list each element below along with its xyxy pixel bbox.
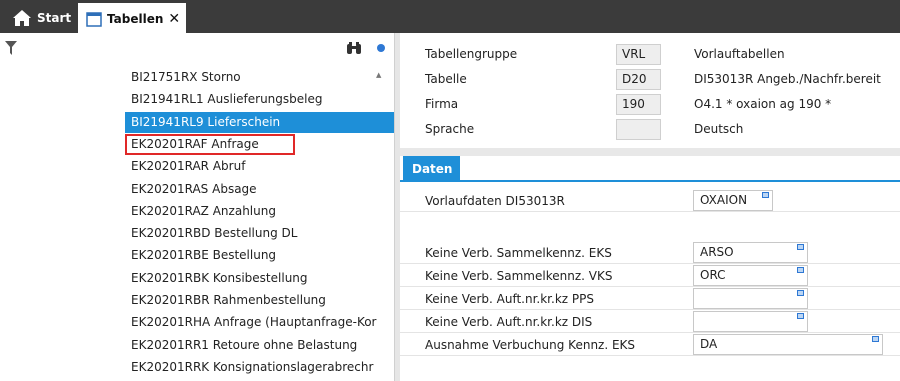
vorlauf-field[interactable]: OXAION	[693, 190, 773, 211]
tab-start[interactable]: Start	[0, 3, 75, 33]
field-label: Keine Verb. Sammelkennz. VKS	[425, 269, 613, 283]
tree-item[interactable]: EK20201RBR Rahmenbestellung	[125, 290, 390, 311]
close-icon[interactable]: ✕	[168, 11, 180, 27]
detail-panel: Tabellengruppe VRL Vorlauftabellen Tabelle D…	[400, 33, 900, 381]
tree-item[interactable]: EK20201RHA Anfrage (Hauptanfrage-Kor	[125, 312, 390, 333]
tree-item[interactable]: EK20201RAZ Anzahlung	[125, 201, 390, 222]
field-input[interactable]	[693, 311, 808, 332]
field-row: Keine Verb. Auft.nr.kr.kz PPS	[400, 287, 900, 310]
header-description: Vorlauftabellen	[694, 47, 785, 61]
field-input[interactable]: DA	[693, 334, 883, 355]
header-description: DI53013R Angeb./Nachfr.bereit	[694, 72, 881, 86]
field-value: ORC	[700, 268, 726, 282]
header-row: Tabellengruppe VRL Vorlauftabellen	[400, 42, 900, 67]
header-label: Sprache	[425, 122, 475, 136]
lookup-icon[interactable]	[797, 244, 804, 250]
field-input[interactable]: ORC	[693, 265, 808, 286]
header-row: Firma 190 O4.1 * oxaion ag 190 *	[400, 92, 900, 117]
binoculars-icon[interactable]	[346, 42, 362, 55]
table-tree-panel: ▲ BI21751RX Storno BI21941RL1 Auslieferun…	[0, 33, 395, 381]
header-description: O4.1 * oxaion ag 190 *	[694, 97, 832, 111]
field-label: Keine Verb. Sammelkennz. EKS	[425, 246, 612, 260]
field-label: Keine Verb. Auft.nr.kr.kz PPS	[425, 292, 594, 306]
tree-item[interactable]: EK20201RAF Anfrage	[125, 133, 295, 155]
detail-tab-row: Daten	[400, 156, 900, 182]
tree-item[interactable]: BI21751RX Storno	[125, 67, 390, 88]
header-row: Tabelle D20 DI53013R Angeb./Nachfr.bereit	[400, 67, 900, 92]
tree-item[interactable]: EK20201RAR Abruf	[125, 156, 390, 177]
lookup-icon[interactable]	[797, 267, 804, 273]
lookup-icon[interactable]	[872, 336, 879, 342]
field-value: ARSO	[700, 245, 734, 259]
window-icon	[86, 11, 102, 27]
tree-item[interactable]: EK20201RBD Bestellung DL	[125, 223, 390, 244]
header-row: Sprache Deutsch	[400, 117, 900, 142]
tab-tabellen-label: Tabellen	[107, 12, 164, 26]
tree-item[interactable]: EK20201RBE Bestellung	[125, 245, 390, 266]
vorlauf-value: OXAION	[700, 193, 748, 207]
field-input[interactable]: ARSO	[693, 242, 808, 263]
header-label: Firma	[425, 97, 459, 111]
tree-toolbar	[0, 33, 394, 65]
header-description: Deutsch	[694, 122, 744, 136]
tab-tabellen[interactable]: Tabellen ✕	[78, 3, 186, 33]
field-value: DA	[700, 337, 718, 351]
tree-item[interactable]: BI21941RL9 Lieferschein	[125, 111, 395, 133]
tab-daten[interactable]: Daten	[403, 156, 460, 182]
header-label: Tabelle	[425, 72, 467, 86]
header-label: Tabellengruppe	[425, 47, 518, 61]
header-value-field: VRL	[616, 44, 661, 65]
vorlauf-row: Vorlaufdaten DI53013R OXAION	[400, 189, 900, 212]
status-dot-icon[interactable]	[377, 44, 385, 52]
filter-icon[interactable]	[5, 41, 17, 55]
tree-item[interactable]: BI21941RL1 Auslieferungsbeleg	[125, 89, 390, 110]
tree-item[interactable]: EK20201RAS Absage	[125, 179, 390, 200]
vorlauf-label: Vorlaufdaten DI53013R	[425, 194, 565, 208]
tree-item[interactable]: EK20201RRK Konsignationslagerabrechr	[125, 357, 390, 378]
header-value-field: D20	[616, 69, 661, 90]
field-row: Keine Verb. Sammelkennz. VKS ORC	[400, 264, 900, 287]
section-divider	[400, 148, 900, 156]
field-input[interactable]	[693, 288, 808, 309]
lookup-icon[interactable]	[797, 290, 804, 296]
field-row: Keine Verb. Auft.nr.kr.kz DIS	[400, 310, 900, 333]
field-label: Ausnahme Verbuchung Kennz. EKS	[425, 338, 636, 352]
field-label: Keine Verb. Auft.nr.kr.kz DIS	[425, 315, 593, 329]
field-row: Ausnahme Verbuchung Kennz. EKS DA	[400, 333, 900, 356]
header-value-field: 190	[616, 94, 661, 115]
tree-item[interactable]: EK20201RR1 Retoure ohne Belastung	[125, 335, 390, 356]
header-value-field	[616, 119, 661, 140]
lookup-icon[interactable]	[762, 192, 769, 198]
home-icon	[13, 10, 31, 26]
lookup-icon[interactable]	[797, 313, 804, 319]
tab-start-label: Start	[37, 11, 72, 25]
field-row: Keine Verb. Sammelkennz. EKS ARSO	[400, 241, 900, 264]
tree-item[interactable]: EK20201RBK Konsibestellung	[125, 268, 390, 289]
tab-bar: Start Tabellen ✕	[0, 0, 900, 33]
